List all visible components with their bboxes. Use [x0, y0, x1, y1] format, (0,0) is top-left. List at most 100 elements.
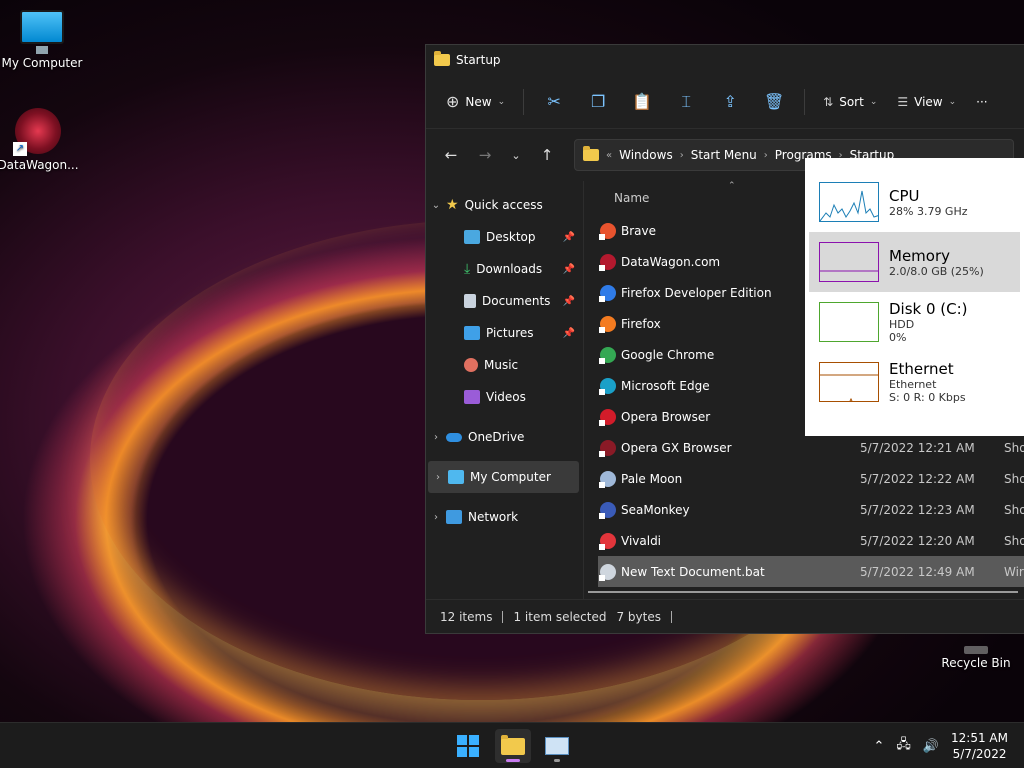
recycle-bin-icon — [964, 646, 988, 654]
volume-icon[interactable]: 🔊 — [923, 739, 939, 754]
file-row[interactable]: New Text Document.bat 5/7/2022 12:49 AM Wi… — [598, 556, 1024, 587]
perf-detail: 28% 3.79 GHz — [889, 204, 968, 218]
file-name: Vivaldi — [621, 533, 662, 548]
perf-text: CPU 28% 3.79 GHz — [889, 187, 968, 218]
network-status-icon[interactable]: 🖧 — [896, 735, 911, 757]
desktop-icon-my-computer[interactable]: My Computer — [0, 10, 84, 70]
nav-label: Downloads — [476, 262, 543, 276]
perf-item[interactable]: Disk 0 (C:) HDD 0% — [809, 292, 1020, 352]
perf-item[interactable]: Ethernet Ethernet S: 0 R: 0 Kbps — [809, 352, 1020, 412]
breadcrumb-overflow[interactable]: « — [606, 150, 612, 161]
new-button-label: New — [465, 94, 492, 109]
nav-network[interactable]: › Network — [426, 501, 583, 533]
horizontal-scrollbar[interactable] — [588, 591, 1018, 593]
breadcrumb-item[interactable]: Start Menu — [691, 148, 757, 162]
monitor-icon — [20, 10, 64, 54]
selection-count: 1 item selected — [513, 609, 607, 624]
chart-window-icon — [545, 737, 569, 755]
shortcut-icon — [599, 563, 616, 581]
sort-button[interactable]: ⇅ Sort ⌄ — [815, 89, 885, 115]
back-button[interactable]: ← — [436, 140, 466, 170]
shortcut-icon — [599, 408, 616, 426]
arrow-left-icon: ← — [444, 146, 458, 164]
nav-videos[interactable]: Videos — [426, 381, 583, 413]
sparkline-graph — [820, 303, 879, 342]
file-row[interactable]: Vivaldi 5/7/2022 12:20 AM Sho — [598, 525, 1024, 556]
nav-label: Documents — [482, 294, 551, 308]
shortcut-icon — [599, 222, 616, 240]
nav-onedrive[interactable]: › OneDrive — [426, 421, 583, 453]
arrow-up-icon: ↑ — [540, 146, 554, 164]
file-name: New Text Document.bat — [621, 564, 765, 579]
scissors-icon: ✂ — [547, 92, 561, 111]
sparkline-graph — [820, 374, 878, 401]
rename-icon: ⌶ — [681, 91, 691, 111]
file-type: Sho — [1004, 502, 1024, 517]
active-indicator — [506, 759, 520, 762]
perf-text: Memory 2.0/8.0 GB (25%) — [889, 247, 984, 278]
file-row[interactable]: Opera GX Browser 5/7/2022 12:21 AM Sho — [598, 432, 1024, 463]
shortcut-icon — [599, 501, 616, 519]
nav-downloads[interactable]: ⤓ Downloads 📌 — [426, 253, 583, 285]
taskbar-file-explorer[interactable] — [495, 729, 531, 763]
desktop-icon-datawagon[interactable]: ↗ DataWagon... — [0, 108, 80, 172]
folder-icon — [583, 146, 599, 161]
clock-time: 12:51 AM — [951, 731, 1008, 745]
chevron-up-icon[interactable]: ⌃ — [873, 739, 884, 754]
desktop-icon-label: Recycle Bin — [941, 656, 1011, 670]
perf-text: Ethernet Ethernet S: 0 R: 0 Kbps — [889, 360, 966, 404]
clipboard-icon: 📋 — [632, 92, 653, 111]
monitor-icon — [448, 470, 464, 484]
column-header-label: Name — [614, 191, 650, 205]
nav-music[interactable]: Music — [426, 349, 583, 381]
datawagon-icon: ↗ — [13, 108, 61, 156]
shortcut-icon — [599, 377, 616, 395]
file-name: SeaMonkey — [621, 502, 690, 517]
nav-quick-access[interactable]: ⌄ ★ Quick access — [426, 189, 583, 221]
pin-icon: 📌 — [562, 263, 575, 275]
nav-documents[interactable]: Documents 📌 — [426, 285, 583, 317]
file-date: 5/7/2022 12:23 AM — [860, 502, 975, 517]
forward-button[interactable]: → — [470, 140, 500, 170]
desktop-icon-recycle-bin[interactable]: Recycle Bin — [940, 646, 1012, 670]
music-icon — [464, 358, 478, 372]
copy-button[interactable]: ❐ — [578, 87, 618, 117]
up-button[interactable]: ↑ — [532, 140, 562, 170]
sort-arrows-icon: ⇅ — [823, 94, 834, 109]
shortcut-icon — [599, 439, 616, 457]
perf-sparkline — [819, 242, 879, 282]
chevron-down-icon: ⌄ — [948, 96, 957, 107]
taskbar-task-manager[interactable] — [539, 729, 575, 763]
perf-sparkline — [819, 362, 879, 402]
network-icon — [446, 510, 462, 524]
file-row[interactable]: Pale Moon 5/7/2022 12:22 AM Sho — [598, 463, 1024, 494]
chevron-down-icon: ⌄ — [869, 96, 878, 107]
cut-button[interactable]: ✂ — [534, 87, 574, 117]
shortcut-icon — [599, 315, 616, 333]
rename-button[interactable]: ⌶ — [666, 87, 706, 117]
nav-my-computer[interactable]: › My Computer — [428, 461, 579, 493]
window-titlebar[interactable]: Startup — [426, 45, 1024, 75]
perf-item[interactable]: CPU 28% 3.79 GHz — [809, 172, 1020, 232]
recent-locations-button[interactable]: ⌄ — [504, 140, 528, 170]
delete-button[interactable]: 🗑 — [754, 87, 794, 117]
perf-item[interactable]: Memory 2.0/8.0 GB (25%) — [809, 232, 1020, 292]
perf-detail: S: 0 R: 0 Kbps — [889, 391, 966, 404]
plus-circle-icon: ⊕ — [446, 92, 460, 111]
share-button[interactable]: ⇪ — [710, 87, 750, 117]
paste-button[interactable]: 📋 — [622, 87, 662, 117]
new-button[interactable]: ⊕ New ⌄ — [438, 86, 513, 117]
arrow-right-icon: → — [478, 146, 492, 164]
perf-title: CPU — [889, 186, 920, 205]
clock[interactable]: 12:51 AM 5/7/2022 — [951, 730, 1008, 762]
perf-sparkline — [819, 302, 879, 342]
view-button[interactable]: ☰ View ⌄ — [889, 89, 964, 115]
start-button[interactable] — [450, 729, 486, 763]
copy-icon: ❐ — [590, 92, 606, 111]
breadcrumb-item[interactable]: Windows — [619, 148, 673, 162]
status-divider — [502, 610, 504, 623]
nav-pictures[interactable]: Pictures 📌 — [426, 317, 583, 349]
nav-desktop[interactable]: Desktop 📌 — [426, 221, 583, 253]
file-row[interactable]: SeaMonkey 5/7/2022 12:23 AM Sho — [598, 494, 1024, 525]
more-options-button[interactable]: ··· — [968, 89, 995, 115]
